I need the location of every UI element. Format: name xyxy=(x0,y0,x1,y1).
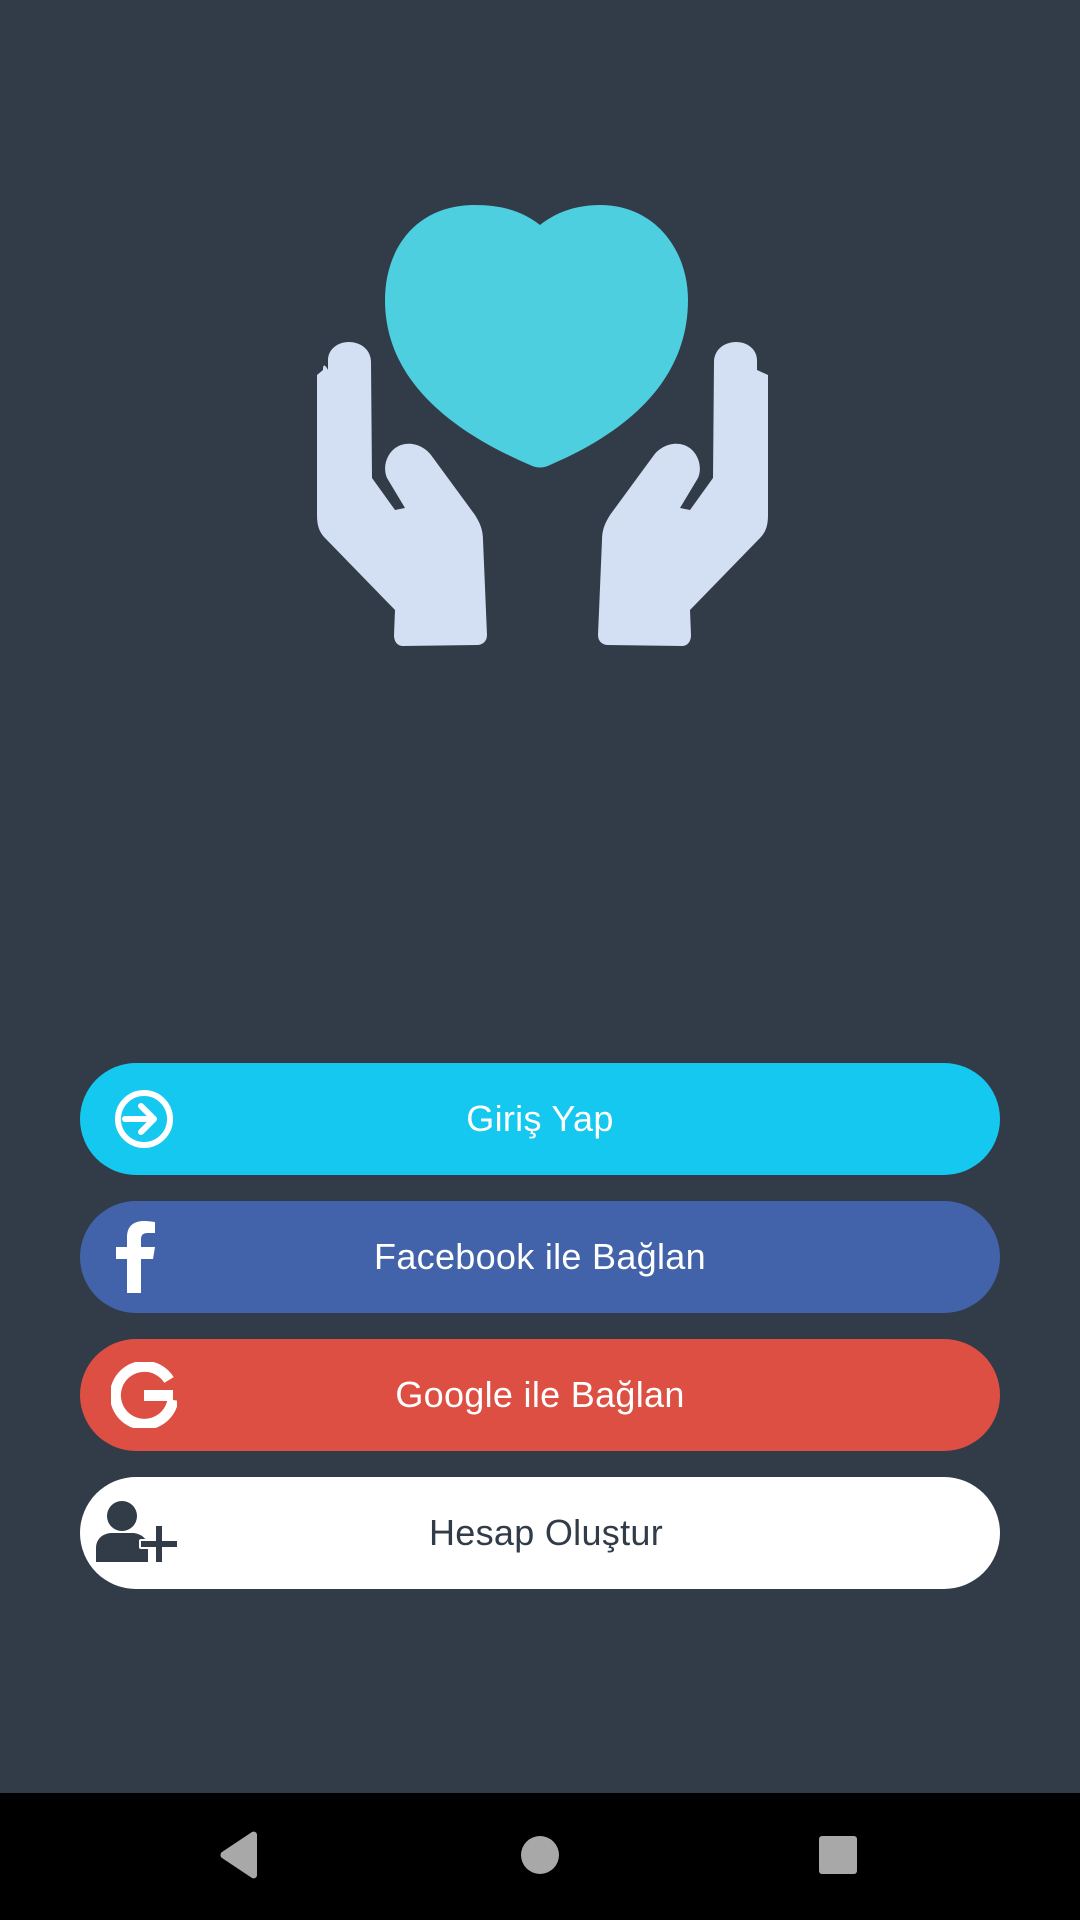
back-button[interactable] xyxy=(203,1821,275,1893)
google-login-button[interactable]: Google ile Bağlan xyxy=(80,1339,1000,1451)
create-account-button-label: Hesap Oluştur xyxy=(429,1512,663,1553)
home-circle-icon xyxy=(520,1835,560,1880)
heart-shape xyxy=(385,205,688,468)
facebook-login-button[interactable]: Facebook ile Bağlan xyxy=(80,1201,1000,1313)
hands-holding-heart-icon xyxy=(295,195,785,665)
home-button[interactable] xyxy=(504,1821,576,1893)
login-button-label: Giriş Yap xyxy=(466,1098,614,1139)
google-button-label: Google ile Bağlan xyxy=(395,1374,685,1415)
login-button[interactable]: Giriş Yap xyxy=(80,1063,1000,1175)
recents-button[interactable] xyxy=(802,1821,874,1893)
create-account-button[interactable]: Hesap Oluştur xyxy=(80,1477,1000,1589)
facebook-button-label: Facebook ile Bağlan xyxy=(374,1236,706,1277)
system-navigation-bar xyxy=(0,1793,1080,1920)
back-triangle-icon xyxy=(217,1831,261,1884)
recents-square-icon xyxy=(818,1835,858,1880)
